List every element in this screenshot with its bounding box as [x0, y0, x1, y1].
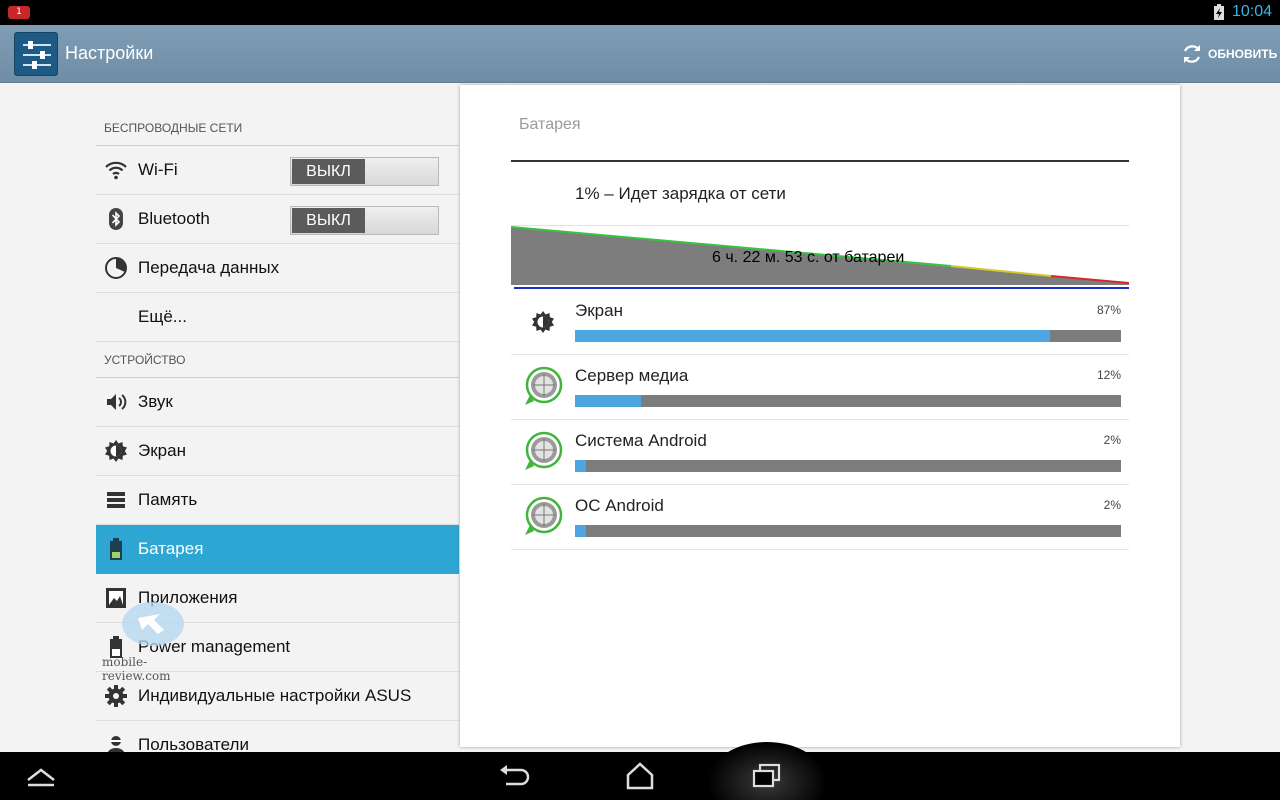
usage-bar	[575, 460, 1121, 472]
sidebar-item-label: Индивидуальные настройки ASUS	[138, 686, 412, 705]
sidebar-item-bluetooth[interactable]: Bluetooth ВЫКЛ	[96, 195, 459, 244]
bluetooth-icon	[109, 208, 123, 230]
watermark: mobile-review.com	[102, 600, 212, 683]
brightness-icon	[105, 440, 127, 462]
usage-bar-fill	[575, 330, 1051, 342]
settings-sliders-icon[interactable]	[14, 32, 58, 76]
sidebar-item-label: Ещё...	[138, 307, 187, 326]
usage-name: Экран	[575, 301, 623, 320]
battery-icon	[110, 538, 122, 560]
status-bar: 1 10:04	[0, 0, 1280, 25]
storage-icon	[107, 492, 125, 508]
usage-percent: 2%	[1103, 498, 1121, 512]
usage-bar	[575, 525, 1121, 537]
usage-name: ОС Android	[575, 496, 664, 515]
sidebar-item-sound[interactable]: Звук	[96, 378, 459, 427]
sidebar-item-battery[interactable]: Батарея	[96, 525, 459, 574]
android-system-icon	[525, 366, 563, 405]
back-icon[interactable]	[496, 762, 530, 790]
sidebar-item-label: Передача данных	[138, 258, 280, 277]
watermark-logo-icon	[122, 602, 184, 646]
usage-bar-fill	[575, 525, 586, 537]
sidebar-item-users[interactable]: Пользователи	[96, 721, 459, 752]
sidebar-item-data-usage[interactable]: Передача данных	[96, 244, 459, 293]
wifi-icon	[105, 161, 127, 180]
sidebar-item-display[interactable]: Экран	[96, 427, 459, 476]
sidebar-item-label: Bluetooth	[138, 209, 210, 228]
sidebar-item-storage[interactable]: Память	[96, 476, 459, 525]
speaker-icon	[107, 394, 127, 410]
action-bar: Настройки ОБНОВИТЬ	[0, 25, 1280, 83]
usage-percent: 12%	[1096, 368, 1121, 382]
usage-percent: 87%	[1096, 303, 1121, 317]
refresh-icon	[1184, 45, 1200, 63]
usage-name: Сервер медиа	[575, 366, 689, 385]
usage-row-android-system[interactable]: Система Android 2%	[511, 420, 1129, 485]
usage-row-android-os[interactable]: ОС Android 2%	[511, 485, 1129, 550]
battery-charging-icon	[1214, 4, 1224, 20]
sidebar-item-wifi[interactable]: Wi-Fi ВЫКЛ	[96, 146, 459, 195]
sidebar-item-label: Память	[138, 490, 198, 509]
wifi-toggle-state: ВЫКЛ	[292, 159, 365, 184]
sidebar-item-label: Батарея	[138, 539, 204, 558]
sidebar-item-more[interactable]: Ещё...	[96, 293, 459, 342]
section-header-device: УСТРОЙСТВО	[96, 342, 459, 378]
android-system-icon	[525, 431, 563, 470]
brightness-icon	[532, 311, 554, 333]
sidebar-item-label: Экран	[138, 441, 186, 460]
battery-detail-pane: Батарея 1% – Идет зарядка от сети 6 ч. 2…	[460, 85, 1180, 747]
usage-bar	[575, 395, 1121, 407]
app-title: Настройки	[65, 43, 154, 63]
notification-badge[interactable]: 1	[8, 6, 30, 19]
refresh-label: ОБНОВИТЬ	[1208, 47, 1278, 61]
refresh-button[interactable]: ОБНОВИТЬ	[1180, 39, 1277, 69]
sidebar-item-label: Wi-Fi	[138, 160, 178, 179]
recent-apps-icon[interactable]	[750, 762, 784, 790]
usage-row-media-server[interactable]: Сервер медиа 12%	[511, 355, 1129, 420]
watermark-text: mobile-review.com	[102, 655, 171, 683]
gear-icon	[105, 685, 127, 707]
user-icon	[107, 736, 125, 752]
usage-row-screen[interactable]: Экран 87%	[511, 290, 1129, 355]
page-title: Батарея	[519, 116, 581, 133]
wifi-toggle[interactable]: ВЫКЛ	[290, 157, 439, 186]
data-usage-icon	[105, 257, 127, 279]
sidebar-item-label: Звук	[138, 392, 173, 411]
bluetooth-toggle-state: ВЫКЛ	[292, 208, 365, 233]
home-icon[interactable]	[623, 762, 657, 790]
clock: 10:04	[1232, 3, 1273, 20]
title-divider	[511, 160, 1129, 162]
graph-time-label: 6 ч. 22 м. 53 с. от батареи	[712, 249, 905, 266]
usage-bar-fill	[575, 460, 586, 472]
hide-bar-icon[interactable]	[24, 762, 58, 790]
bluetooth-toggle[interactable]: ВЫКЛ	[290, 206, 439, 235]
sidebar-item-label: Пользователи	[138, 735, 249, 752]
usage-percent: 2%	[1103, 433, 1121, 447]
usage-bar	[575, 330, 1121, 342]
usage-name: Система Android	[575, 431, 707, 450]
charge-status[interactable]: 1% – Идет зарядка от сети	[575, 184, 786, 204]
section-header-wireless: БЕСПРОВОДНЫЕ СЕТИ	[96, 110, 459, 146]
usage-bar-fill	[575, 395, 641, 407]
android-system-icon	[525, 496, 563, 535]
system-nav-bar	[0, 742, 1280, 800]
